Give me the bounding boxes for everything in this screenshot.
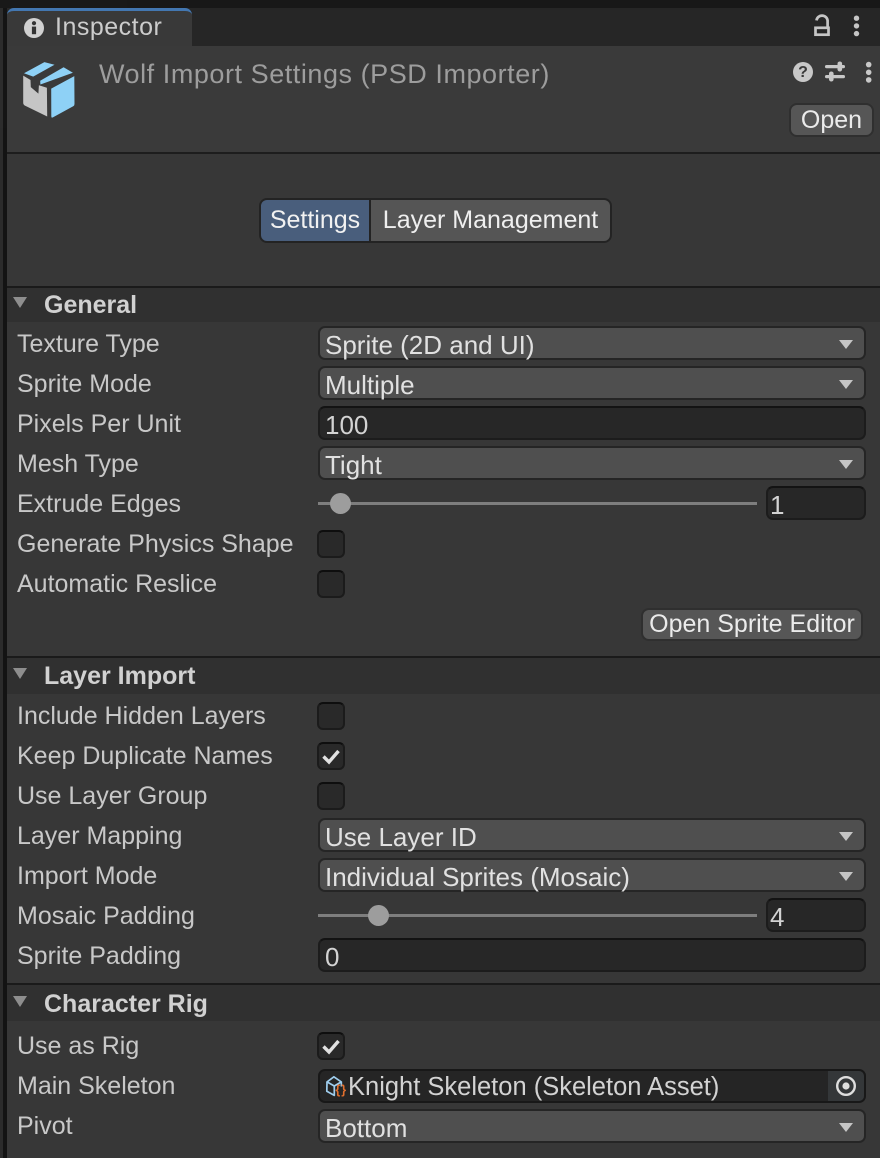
svg-text:?: ?: [798, 64, 808, 81]
svg-text:}: }: [341, 1083, 346, 1097]
svg-text:{: {: [335, 1083, 340, 1097]
